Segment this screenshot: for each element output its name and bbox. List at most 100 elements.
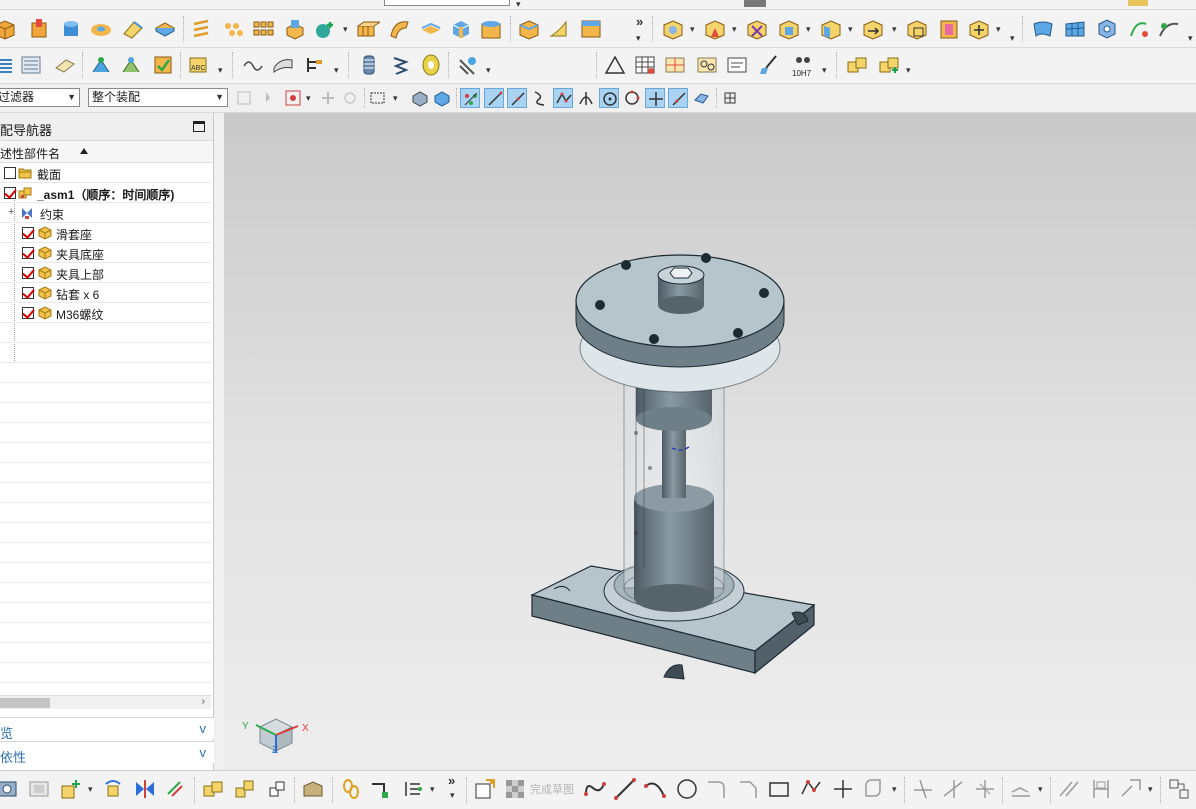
visibility-checkbox[interactable]	[4, 187, 16, 199]
drawing-sheet-icon[interactable]	[694, 52, 720, 78]
visibility-checkbox[interactable]	[22, 267, 34, 279]
dropdown-arrow[interactable]: ▾	[690, 25, 698, 34]
face-filter-icon[interactable]	[432, 88, 452, 108]
dropdown-arrow[interactable]: ▾	[430, 785, 438, 794]
dropdown-arrow[interactable]: ▾	[892, 785, 900, 794]
solid-body-filter-icon[interactable]	[410, 88, 430, 108]
dropdown-arrow[interactable]: ▾	[892, 25, 900, 34]
assembly-tools-icon[interactable]	[0, 776, 20, 802]
check-geometry-icon[interactable]	[150, 52, 176, 78]
grid-icon[interactable]	[720, 88, 740, 108]
snap-point-on-curve-icon[interactable]	[668, 88, 688, 108]
image-capture-icon[interactable]	[26, 776, 52, 802]
ruled-surface-icon[interactable]	[270, 52, 296, 78]
quick-trim-icon[interactable]	[910, 776, 936, 802]
storage-icon[interactable]	[300, 776, 326, 802]
snap-point-on-face-icon[interactable]	[691, 88, 711, 108]
dropdown-arrow[interactable]: ▾	[848, 25, 856, 34]
hole-icon[interactable]	[88, 16, 114, 42]
tree-row-component[interactable]: 夹具底座	[0, 243, 211, 263]
chevron-down-icon[interactable]: v	[200, 721, 207, 736]
tree-row-component[interactable]: M36螺纹	[0, 303, 211, 323]
dropdown-arrow[interactable]: ▾	[88, 785, 96, 794]
select-all-icon[interactable]	[234, 88, 254, 108]
visibility-checkbox[interactable]	[4, 167, 16, 179]
dependencies-panel-bar[interactable]: 依性 v	[0, 741, 214, 765]
snap-arc-center-icon[interactable]	[599, 88, 619, 108]
dropdown-arrow[interactable]: ▾	[822, 66, 830, 75]
offset-face-icon[interactable]	[418, 16, 444, 42]
auto-constrain-icon[interactable]	[1056, 776, 1082, 802]
n-sided-surface-icon[interactable]	[1094, 16, 1120, 42]
point-icon[interactable]	[830, 776, 856, 802]
snap-curve-icon[interactable]	[530, 88, 550, 108]
general-selection-icon[interactable]	[262, 88, 282, 108]
scrollbar-thumb[interactable]	[0, 698, 50, 708]
studio-surface-icon[interactable]	[1156, 16, 1182, 42]
sketch-icon[interactable]	[472, 776, 498, 802]
tree-row-component[interactable]: 钻套 x 6	[0, 283, 211, 303]
edge-blend-icon[interactable]	[120, 16, 146, 42]
draft-icon[interactable]	[188, 16, 214, 42]
brush-icon[interactable]	[756, 52, 782, 78]
dropdown-arrow[interactable]: ▾	[516, 0, 524, 9]
add-component-icon[interactable]	[660, 16, 686, 42]
more-tools-indicator[interactable]: »	[448, 773, 455, 788]
dropdown-arrow[interactable]: ▾	[636, 34, 644, 43]
fit-surface-icon[interactable]	[1126, 16, 1152, 42]
visibility-checkbox[interactable]	[22, 307, 34, 319]
scroll-right-icon[interactable]: ›	[202, 696, 205, 707]
snap-existing-point-icon[interactable]	[645, 88, 665, 108]
visibility-checkbox[interactable]	[22, 287, 34, 299]
snap-line-icon[interactable]	[484, 88, 504, 108]
move-component-icon[interactable]	[818, 16, 844, 42]
table-icon[interactable]	[632, 52, 658, 78]
ruler-tool-icon[interactable]	[302, 52, 328, 78]
dropdown-arrow[interactable]: ▾	[343, 25, 351, 34]
preview-panel-bar[interactable]: 览 v	[0, 717, 214, 741]
thread-icon[interactable]	[356, 52, 382, 78]
array-component-icon[interactable]	[904, 16, 930, 42]
thicken-icon[interactable]	[448, 16, 474, 42]
dropdown-arrow[interactable]: ▾	[486, 66, 494, 75]
snap-control-point-icon[interactable]	[553, 88, 573, 108]
sweep-icon[interactable]	[386, 16, 412, 42]
selection-area-icon[interactable]	[283, 88, 303, 108]
harness-icon[interactable]	[400, 776, 426, 802]
wave-curve-icon[interactable]	[240, 52, 266, 78]
dropdown-arrow[interactable]: ▾	[806, 25, 814, 34]
add-part-icon[interactable]	[58, 776, 84, 802]
circle-icon[interactable]	[674, 776, 700, 802]
shade-icon[interactable]	[744, 0, 766, 7]
visibility-checkbox[interactable]	[22, 227, 34, 239]
fillet-icon[interactable]	[704, 776, 730, 802]
box-icon[interactable]	[516, 16, 542, 42]
rotate-component-icon[interactable]	[100, 776, 126, 802]
dropdown-arrow[interactable]: ▾	[906, 66, 914, 75]
chevron-down-icon[interactable]: v	[200, 745, 207, 760]
mirror-assembly-icon[interactable]	[776, 16, 802, 42]
type-filter-select[interactable]: 过滤器 ▼	[0, 88, 80, 107]
finish-sketch-flag-icon[interactable]	[502, 776, 528, 802]
mirror-curve-icon[interactable]	[1118, 776, 1144, 802]
dropdown-arrow[interactable]: ▾	[1010, 34, 1018, 43]
triangle-icon[interactable]	[602, 52, 628, 78]
line-icon[interactable]	[612, 776, 638, 802]
stack-icon[interactable]	[0, 52, 16, 78]
finish-sketch-label[interactable]: 完成草图	[530, 781, 574, 797]
datum-icon[interactable]	[312, 16, 338, 42]
unite-icon[interactable]	[282, 16, 308, 42]
exploded-view-icon[interactable]	[936, 16, 962, 42]
visibility-checkbox[interactable]	[22, 247, 34, 259]
component-position-icon[interactable]	[200, 776, 226, 802]
rectangle-icon[interactable]	[766, 776, 792, 802]
offset-curve-icon[interactable]	[860, 776, 886, 802]
move-object-icon[interactable]	[162, 776, 188, 802]
title-block-icon[interactable]	[724, 52, 750, 78]
through-curves-icon[interactable]	[1062, 16, 1088, 42]
ruler-icon[interactable]	[1128, 0, 1148, 6]
selection-scope-select[interactable]: 整个装配 ▼	[88, 88, 228, 107]
quick-extend-icon[interactable]	[940, 776, 966, 802]
reposition-icon[interactable]	[232, 776, 258, 802]
text-icon[interactable]: ABC	[186, 52, 212, 78]
